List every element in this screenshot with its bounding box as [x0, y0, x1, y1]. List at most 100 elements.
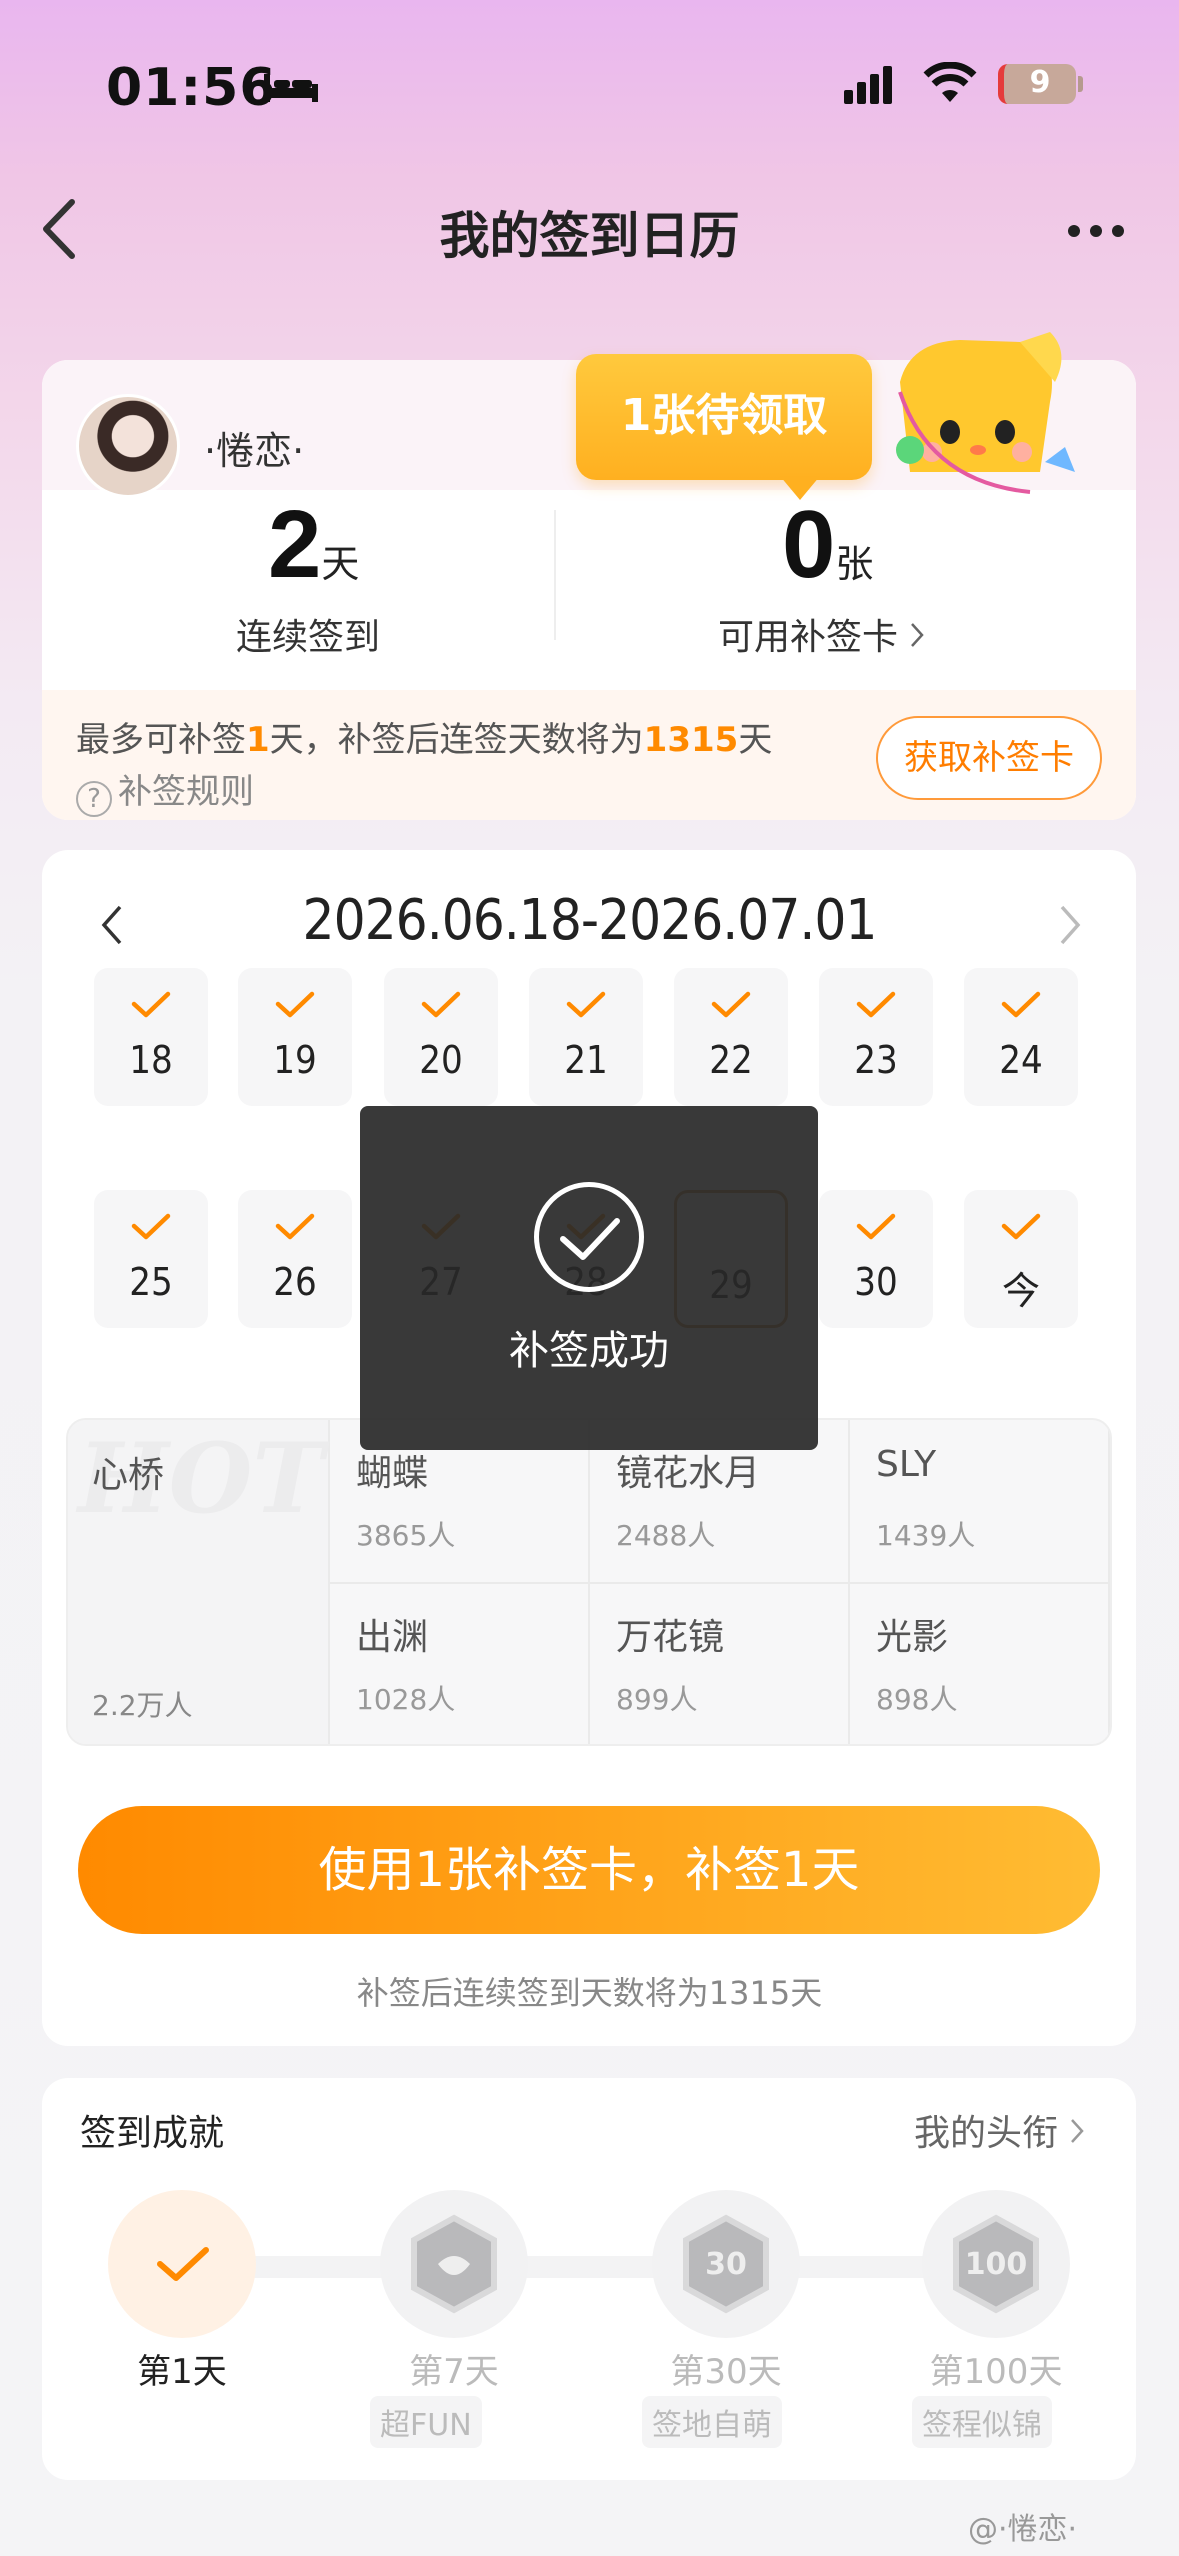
- hot-group[interactable]: HOT 心桥 2.2万人: [68, 1420, 330, 1744]
- calendar-day-number: 18: [129, 1038, 173, 1082]
- check-icon: [131, 1213, 171, 1240]
- calendar-day[interactable]: 今: [964, 1190, 1078, 1328]
- cards-link[interactable]: 可用补签卡: [718, 608, 925, 660]
- group-name: 光影: [876, 1617, 949, 1658]
- calendar-day[interactable]: 25: [94, 1190, 208, 1328]
- calendar-day-number: 24: [999, 1038, 1043, 1082]
- calendar-day-number: 22: [709, 1038, 753, 1082]
- calendar-day-number: 23: [854, 1038, 898, 1082]
- calendar-day-number: 21: [564, 1038, 608, 1082]
- avatar[interactable]: [76, 394, 180, 498]
- achievement-day-label: 第1天: [137, 2352, 227, 2392]
- calendar-day-number: 30: [854, 1260, 898, 1304]
- streak-value: 2: [268, 491, 322, 598]
- cards-unit: 张: [835, 542, 874, 586]
- calendar-day[interactable]: 23: [819, 968, 933, 1106]
- check-icon: [1001, 991, 1041, 1018]
- hot-group-count: 2.2万人: [92, 1689, 193, 1722]
- bubble-tail: [780, 476, 820, 500]
- group-count: 898人: [876, 1683, 958, 1716]
- battery-tip: [1078, 76, 1083, 92]
- achievement-tag: 超FUN: [370, 2396, 482, 2448]
- divider: [554, 510, 556, 640]
- group-cell[interactable]: 出渊 1028人: [330, 1584, 590, 1744]
- check-icon: [131, 991, 171, 1018]
- cards-label: 可用补签卡: [718, 617, 899, 658]
- check-icon: [566, 991, 606, 1018]
- group-name: 蝴蝶: [356, 1453, 429, 1494]
- rules-label: 补签规则: [118, 772, 254, 812]
- makeup-suffix: 天: [738, 720, 773, 760]
- calendar-day[interactable]: 22: [674, 968, 788, 1106]
- chevron-right-icon: [1071, 2119, 1085, 2143]
- achievements-title: 签到成就: [80, 2113, 225, 2154]
- group-ranking-grid: HOT 心桥 2.2万人 蝴蝶 3865人 镜花水月 2488人 SLY 1439人出渊 1…: [66, 1418, 1112, 1746]
- check-icon: [157, 2247, 209, 2281]
- mascot-icon: [896, 332, 1075, 494]
- battery-icon: 9: [998, 64, 1076, 104]
- check-icon: [711, 991, 751, 1018]
- status-time: 01:56: [106, 58, 277, 118]
- achievement-check-badge[interactable]: [108, 2190, 256, 2338]
- get-makeup-card-button[interactable]: 获取补签卡: [876, 716, 1102, 800]
- calendar-day[interactable]: 24: [964, 968, 1078, 1106]
- success-toast: 补签成功: [360, 1106, 818, 1450]
- makeup-cards-stat[interactable]: 0张: [782, 490, 873, 600]
- battery-level: 9: [1029, 65, 1051, 100]
- calendar-day-number: 25: [129, 1260, 173, 1304]
- group-name: 镜花水月: [616, 1453, 761, 1494]
- calendar-day-number: 20: [419, 1038, 463, 1082]
- achievement-badge-icon[interactable]: [380, 2190, 528, 2338]
- group-count: 3865人: [356, 1519, 456, 1552]
- calendar-day[interactable]: 20: [384, 968, 498, 1106]
- calendar-day[interactable]: 18: [94, 968, 208, 1106]
- hexagon-badge-icon: [411, 2214, 497, 2314]
- wifi-icon: [923, 62, 977, 102]
- badge-number: 30: [705, 2247, 747, 2282]
- use-makeup-card-button[interactable]: 使用1张补签卡，补签1天: [78, 1806, 1100, 1934]
- hexagon-badge-icon: 30: [683, 2214, 769, 2314]
- hot-group-name: 心桥: [92, 1455, 165, 1496]
- group-cell[interactable]: 万花镜 899人: [590, 1584, 850, 1744]
- rules-link[interactable]: ? 补签规则: [76, 764, 254, 817]
- pending-card-bubble[interactable]: 1张待领取: [576, 354, 872, 480]
- group-count: 1439人: [876, 1519, 976, 1552]
- more-icon[interactable]: [1068, 222, 1134, 241]
- group-name: SLY: [876, 1444, 937, 1485]
- streak-unit: 天: [321, 542, 360, 586]
- calendar-day[interactable]: 19: [238, 968, 352, 1106]
- cards-value: 0: [782, 491, 836, 598]
- calendar-day-number: 26: [273, 1260, 317, 1304]
- calendar-day[interactable]: 30: [819, 1190, 933, 1328]
- check-icon: [275, 1213, 315, 1240]
- achievement-tag: 签地自萌: [642, 2396, 782, 2448]
- page-title: 我的签到日历: [439, 207, 740, 265]
- group-name: 万花镜: [616, 1617, 725, 1658]
- calendar-day[interactable]: 21: [529, 968, 643, 1106]
- calendar-day[interactable]: 26: [238, 1190, 352, 1328]
- makeup-total: 1315: [643, 720, 739, 760]
- achievement-day-label: 第7天: [409, 2352, 499, 2392]
- group-count: 1028人: [356, 1683, 456, 1716]
- streak-label: 连续签到: [236, 617, 381, 658]
- chevron-right-icon: [911, 623, 925, 647]
- my-titles-link[interactable]: 我的头衔: [914, 2104, 1085, 2156]
- bed-icon: [264, 74, 318, 102]
- calendar-day-number: 今: [1001, 1269, 1040, 1313]
- makeup-middle: 天，补签后连签天数将为: [269, 720, 644, 760]
- check-icon: [1001, 1213, 1041, 1240]
- check-circle-icon: [534, 1182, 644, 1292]
- hexagon-badge-icon: 100: [953, 2214, 1039, 2314]
- next-period-icon[interactable]: [1058, 904, 1082, 946]
- group-name: 出渊: [356, 1617, 429, 1658]
- group-count: 2488人: [616, 1519, 716, 1552]
- toast-text: 补签成功: [509, 1328, 669, 1374]
- question-icon: ?: [76, 781, 112, 817]
- streak-stat: 2天: [268, 490, 359, 600]
- after-makeup-note: 补签后连续签到天数将为1315天: [356, 1974, 823, 2012]
- makeup-prefix: 最多可补签: [76, 720, 246, 760]
- group-cell[interactable]: 光影 898人: [850, 1584, 1110, 1744]
- achievement-badge-icon[interactable]: 100: [922, 2190, 1070, 2338]
- achievement-badge-icon[interactable]: 30: [652, 2190, 800, 2338]
- group-cell[interactable]: SLY 1439人: [850, 1420, 1110, 1584]
